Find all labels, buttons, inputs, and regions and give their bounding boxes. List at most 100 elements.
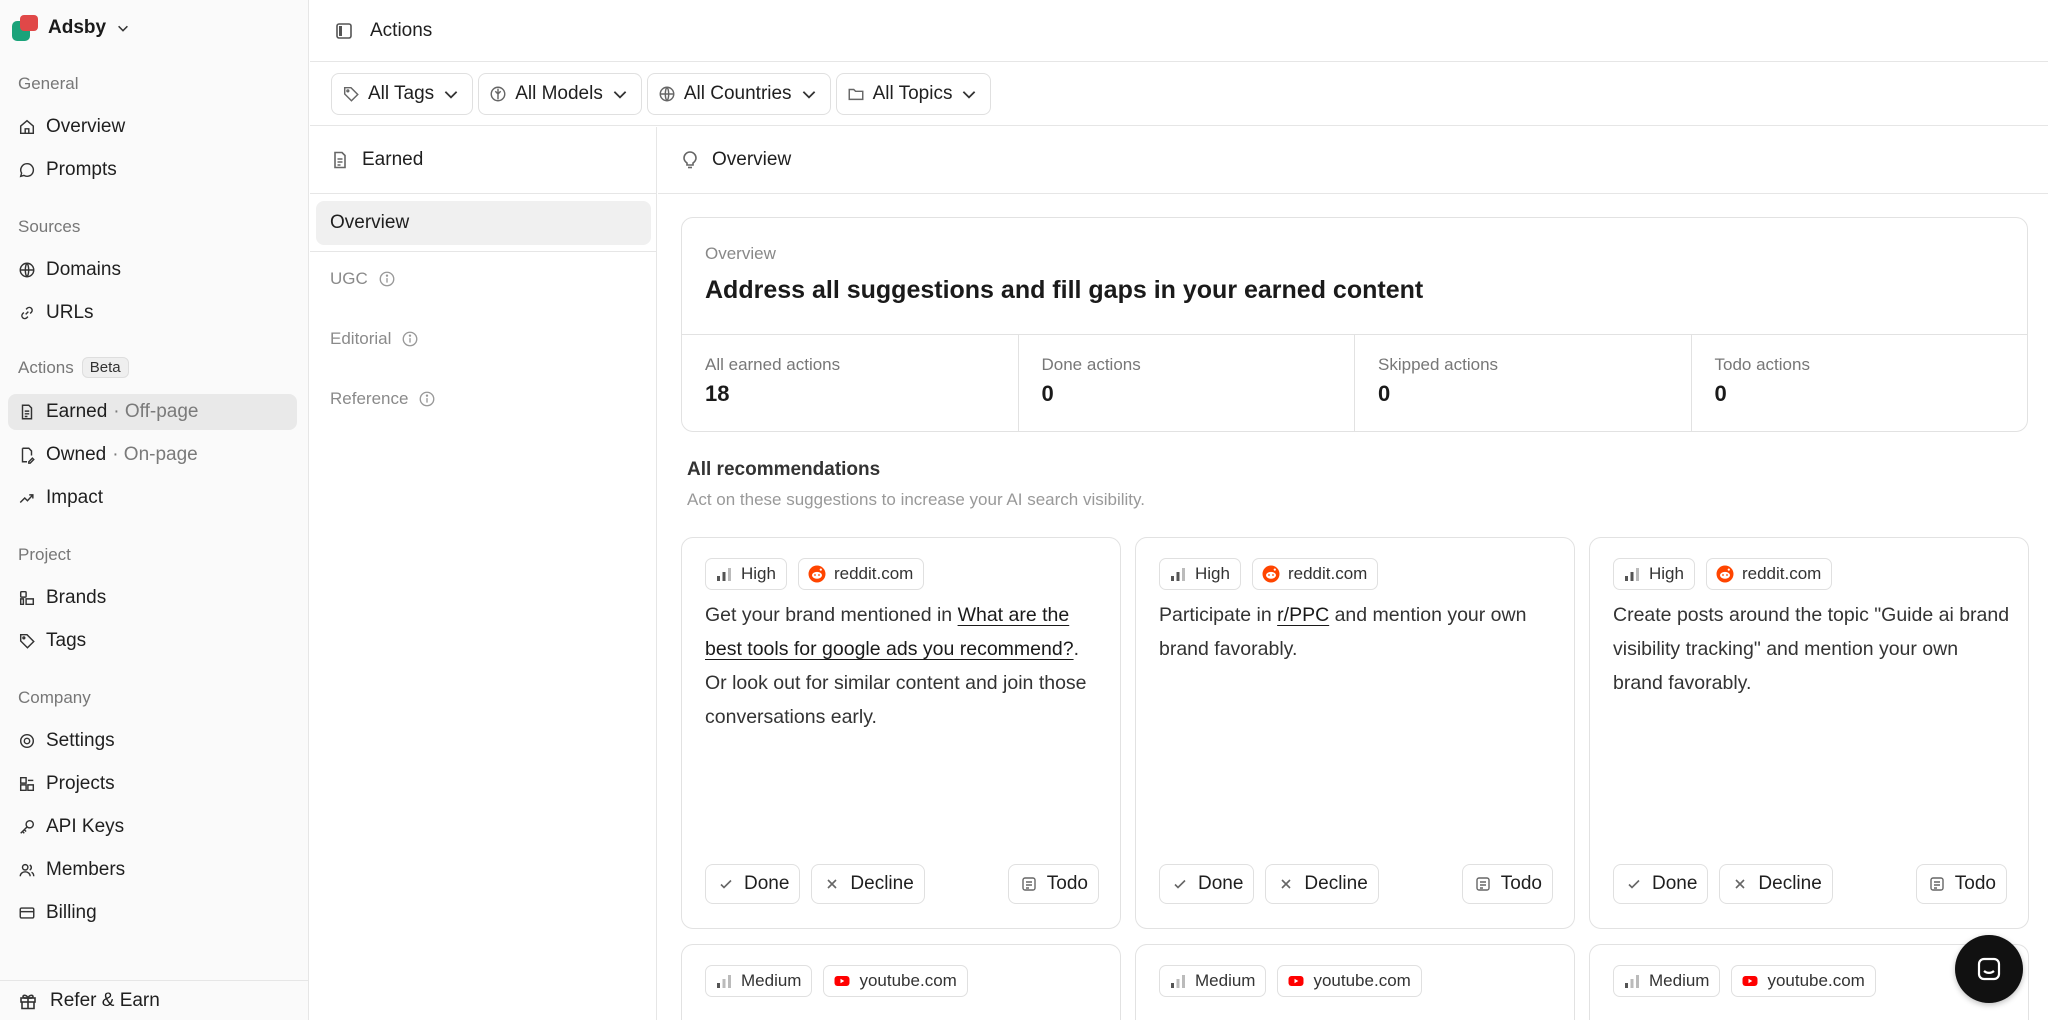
sidebar-item-label: Earned: [46, 401, 108, 422]
recommendation-card: High reddit.com Get your brand mentioned…: [681, 537, 1121, 929]
chat-icon: [1977, 957, 2001, 981]
stat-todo: Todo actions 0: [1692, 335, 2028, 432]
info-icon[interactable]: [401, 330, 419, 348]
sidebar-toggle-icon[interactable]: [334, 21, 354, 41]
todo-list-icon: [1930, 877, 1944, 891]
filter-countries[interactable]: All Countries: [646, 73, 831, 115]
source-badge[interactable]: youtube.com: [1731, 965, 1876, 997]
signal-high-icon: [1625, 568, 1639, 581]
filter-label: All Countries: [683, 83, 792, 104]
subnav-title: Earned: [362, 149, 424, 170]
card-text-pre: Create posts around the topic "Guide ai …: [1613, 604, 2010, 694]
signal-medium-icon: [1171, 975, 1185, 988]
button-label: Todo: [1046, 873, 1088, 894]
check-icon: [1628, 879, 1640, 889]
done-button[interactable]: Done: [705, 864, 801, 904]
chevron-down-icon: [118, 25, 129, 32]
sidebar-item-urls[interactable]: URLs: [8, 295, 297, 331]
beta-badge: Beta: [81, 357, 129, 378]
source-label: youtube.com: [1767, 971, 1865, 990]
todo-button[interactable]: Todo: [1915, 864, 2007, 904]
section-label-company: Company: [18, 688, 91, 707]
recommendations-title: All recommendations: [687, 459, 881, 480]
sidebar-item-prompts[interactable]: Prompts: [8, 152, 297, 188]
subnav-item-overview[interactable]: Overview: [316, 201, 651, 245]
done-button[interactable]: Done: [1159, 864, 1255, 904]
source-badge[interactable]: reddit.com: [1251, 558, 1379, 590]
sidebar-item-label: Prompts: [46, 159, 117, 180]
todo-button[interactable]: Todo: [1007, 864, 1099, 904]
done-button[interactable]: Done: [1613, 864, 1709, 904]
stat-label: Todo actions: [1714, 355, 1810, 374]
sidebar-item-settings[interactable]: Settings: [8, 723, 297, 759]
filter-topics[interactable]: All Topics: [835, 73, 992, 115]
info-icon[interactable]: [378, 270, 396, 288]
priority-label: High: [1649, 564, 1684, 583]
stat-value: 0: [1714, 381, 1727, 406]
subnav-item-reference[interactable]: Reference: [316, 377, 651, 421]
source-badge[interactable]: reddit.com: [797, 558, 925, 590]
card-text: Create posts around the topic "Guide ai …: [1613, 598, 2013, 700]
filter-label: All Models: [515, 83, 603, 104]
signal-high-icon: [717, 568, 731, 581]
page-title: Actions: [370, 19, 433, 41]
model-icon: [490, 86, 506, 102]
topbar: Actions: [310, 0, 2048, 62]
users-icon: [19, 863, 35, 877]
subnav-item-editorial[interactable]: Editorial: [316, 317, 651, 361]
decline-button[interactable]: Decline: [1265, 864, 1379, 904]
sidebar-item-earned[interactable]: Earned · Off-page: [8, 394, 297, 430]
button-label: Todo: [1500, 873, 1542, 894]
subnav-item-ugc[interactable]: UGC: [316, 257, 651, 301]
filter-tags[interactable]: All Tags: [331, 73, 474, 115]
refer-label: Refer & Earn: [50, 989, 160, 1011]
source-badge[interactable]: reddit.com: [1705, 558, 1833, 590]
close-icon: [1735, 879, 1745, 889]
button-label: Done: [1652, 873, 1698, 894]
sidebar-item-label: Domains: [46, 259, 121, 280]
stat-skipped: Skipped actions 0: [1355, 335, 1692, 432]
trend-up-icon: [19, 494, 34, 504]
sidebar-item-overview[interactable]: Overview: [8, 109, 297, 145]
check-icon: [1174, 879, 1186, 889]
sidebar-item-tags[interactable]: Tags: [8, 623, 297, 659]
sidebar-item-impact[interactable]: Impact: [8, 480, 297, 516]
stat-value: 0: [1378, 381, 1391, 406]
refer-earn-button[interactable]: Refer & Earn: [0, 980, 309, 1020]
chat-launcher-button[interactable]: [1955, 935, 2023, 1003]
button-label: Done: [1198, 873, 1244, 894]
org-switcher[interactable]: Adsby: [12, 12, 130, 44]
sidebar-item-label: Brands: [46, 587, 107, 608]
sidebar-item-api-keys[interactable]: API Keys: [8, 809, 297, 845]
source-badge[interactable]: youtube.com: [823, 965, 968, 997]
priority-badge: High: [705, 558, 787, 590]
info-icon[interactable]: [418, 390, 436, 408]
main-header-title: Overview: [712, 149, 792, 170]
button-label: Done: [744, 873, 790, 894]
key-icon: [20, 819, 35, 834]
sidebar-item-owned[interactable]: Owned · On-page: [8, 437, 297, 473]
card-link[interactable]: r/PPC: [1277, 604, 1329, 626]
sidebar-item-label: Overview: [46, 116, 126, 137]
stat-label: Done actions: [1041, 355, 1141, 374]
sidebar-item-domains[interactable]: Domains: [8, 252, 297, 288]
sidebar-item-label: Tags: [46, 630, 87, 651]
stat-value: 18: [705, 381, 730, 406]
priority-badge: Medium: [1613, 965, 1721, 997]
close-icon: [827, 879, 837, 889]
sidebar-item-projects[interactable]: Projects: [8, 766, 297, 802]
todo-button[interactable]: Todo: [1461, 864, 1553, 904]
decline-button[interactable]: Decline: [811, 864, 925, 904]
sidebar-item-members[interactable]: Members: [8, 852, 297, 888]
priority-label: Medium: [1649, 971, 1710, 990]
tag-icon: [343, 86, 359, 102]
source-badge[interactable]: youtube.com: [1277, 965, 1422, 997]
decline-button[interactable]: Decline: [1719, 864, 1833, 904]
check-icon: [720, 879, 732, 889]
chat-bubble-icon: [19, 162, 35, 178]
sidebar-item-brands[interactable]: Brands: [8, 580, 297, 616]
filter-models[interactable]: All Models: [478, 73, 642, 115]
sidebar: Adsby General Overview Prompts Sources D…: [0, 0, 309, 1020]
sidebar-item-billing[interactable]: Billing: [8, 895, 297, 931]
button-label: Decline: [1758, 873, 1822, 894]
